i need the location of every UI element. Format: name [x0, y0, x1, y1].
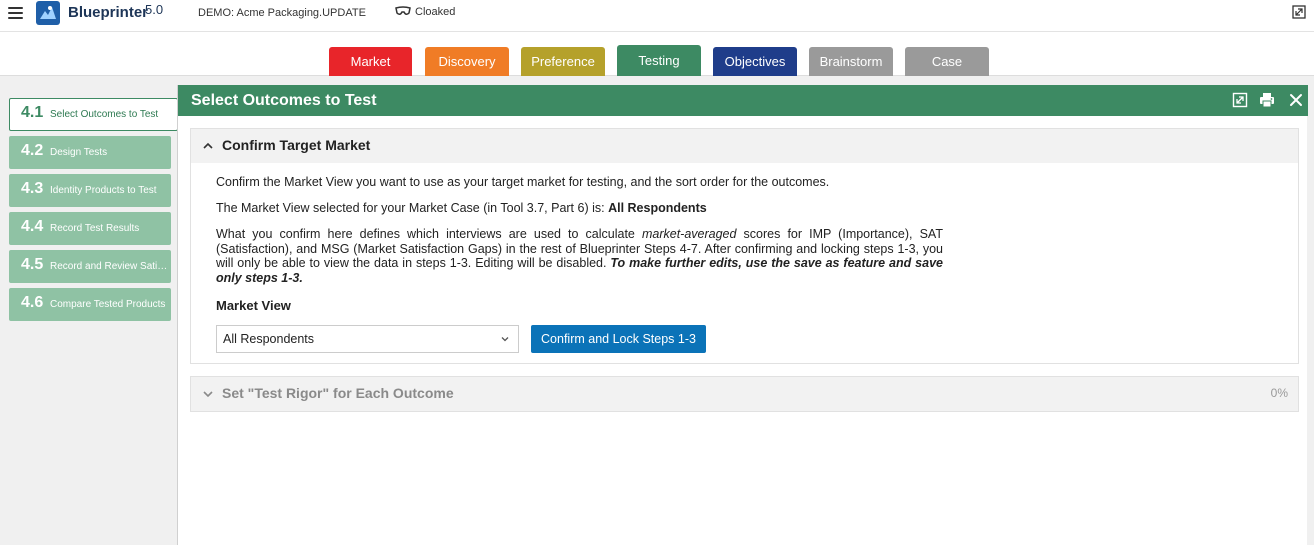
- step-number: 4.2: [21, 142, 44, 159]
- tab-discovery[interactable]: Discovery: [425, 47, 509, 76]
- cloak-status: Cloaked: [415, 6, 456, 18]
- section-title: Confirm Target Market: [222, 137, 371, 153]
- blueprinter-logo-icon: [36, 1, 60, 25]
- explanation-part1: What you confirm here defines which inte…: [216, 227, 642, 241]
- fullscreen-icon[interactable]: [1292, 5, 1306, 19]
- hamburger-menu-icon[interactable]: [8, 7, 23, 20]
- market-view-selected-value: All Respondents: [608, 201, 707, 215]
- explanation-italic: market-averaged: [641, 227, 737, 241]
- tab-case[interactable]: Case: [905, 47, 989, 76]
- section-title: Set "Test Rigor" for Each Outcome: [222, 385, 454, 401]
- step-label: Design Tests: [50, 147, 108, 158]
- tab-preference[interactable]: Preference: [521, 47, 605, 76]
- sidebar-item-compare-products[interactable]: 4.6 Compare Tested Products: [9, 288, 171, 321]
- market-view-select[interactable]: All Respondents: [216, 325, 519, 353]
- project-name: DEMO: Acme Packaging.UPDATE: [198, 7, 366, 19]
- panel-header: Select Outcomes to Test: [178, 85, 1308, 116]
- step-number: 4.5: [21, 256, 44, 273]
- confirm-target-market-section: Confirm Target Market Confirm the Market…: [190, 128, 1299, 364]
- market-view-selected-text: The Market View selected for your Market…: [216, 201, 707, 216]
- test-rigor-header[interactable]: Set "Test Rigor" for Each Outcome 0%: [191, 377, 1298, 411]
- tab-objectives[interactable]: Objectives: [713, 47, 797, 76]
- chevron-down-icon: [203, 391, 213, 398]
- step-label: Record Test Results: [50, 223, 140, 234]
- tab-brainstorm[interactable]: Brainstorm: [809, 47, 893, 76]
- panel-title: Select Outcomes to Test: [191, 92, 377, 109]
- confirm-lock-button[interactable]: Confirm and Lock Steps 1-3: [531, 325, 706, 353]
- step-number: 4.1: [21, 104, 44, 121]
- app-name: Blueprinter: [68, 4, 149, 21]
- market-view-prefix: The Market View selected for your Market…: [216, 201, 609, 215]
- mask-icon: [395, 6, 411, 16]
- step-label: Record and Review Satis...: [50, 261, 170, 272]
- sidebar-item-select-outcomes[interactable]: 4.1 Select Outcomes to Test: [9, 98, 178, 131]
- tab-market[interactable]: Market: [329, 47, 412, 76]
- step-number: 4.6: [21, 294, 44, 311]
- test-rigor-section: Set "Test Rigor" for Each Outcome 0%: [190, 376, 1299, 412]
- confirm-target-market-header[interactable]: Confirm Target Market: [191, 129, 1298, 163]
- section-progress: 0%: [1270, 386, 1288, 400]
- tab-testing[interactable]: Testing: [617, 45, 701, 76]
- market-view-label: Market View: [216, 298, 291, 313]
- step-number: 4.4: [21, 218, 44, 235]
- sidebar-item-identify-products[interactable]: 4.3 Identity Products to Test: [9, 174, 171, 207]
- step-label: Select Outcomes to Test: [50, 109, 159, 120]
- expand-icon[interactable]: [1232, 92, 1248, 108]
- main-panel: Select Outcomes to Test Confirm Target M…: [177, 85, 1308, 545]
- chevron-down-icon: [501, 337, 509, 342]
- sidebar-item-record-results[interactable]: 4.4 Record Test Results: [9, 212, 171, 245]
- step-number: 4.3: [21, 180, 44, 197]
- chevron-up-icon: [203, 142, 213, 149]
- explanation-text: What you confirm here defines which inte…: [216, 227, 943, 285]
- app-version: 5.0: [145, 2, 164, 17]
- top-bar: Blueprinter 5.0 DEMO: Acme Packaging.UPD…: [0, 0, 1314, 32]
- sidebar-item-design-tests[interactable]: 4.2 Design Tests: [9, 136, 171, 169]
- intro-text: Confirm the Market View you want to use …: [216, 175, 830, 189]
- sidebar-item-record-review-satisfaction[interactable]: 4.5 Record and Review Satis...: [9, 250, 171, 283]
- step-tabs: Market Discovery Preference Testing Obje…: [0, 32, 1314, 76]
- print-icon[interactable]: [1259, 92, 1275, 108]
- step-label: Identity Products to Test: [50, 185, 157, 196]
- market-view-select-value: All Respondents: [223, 332, 315, 346]
- close-icon[interactable]: [1288, 92, 1304, 108]
- step-label: Compare Tested Products: [50, 299, 166, 310]
